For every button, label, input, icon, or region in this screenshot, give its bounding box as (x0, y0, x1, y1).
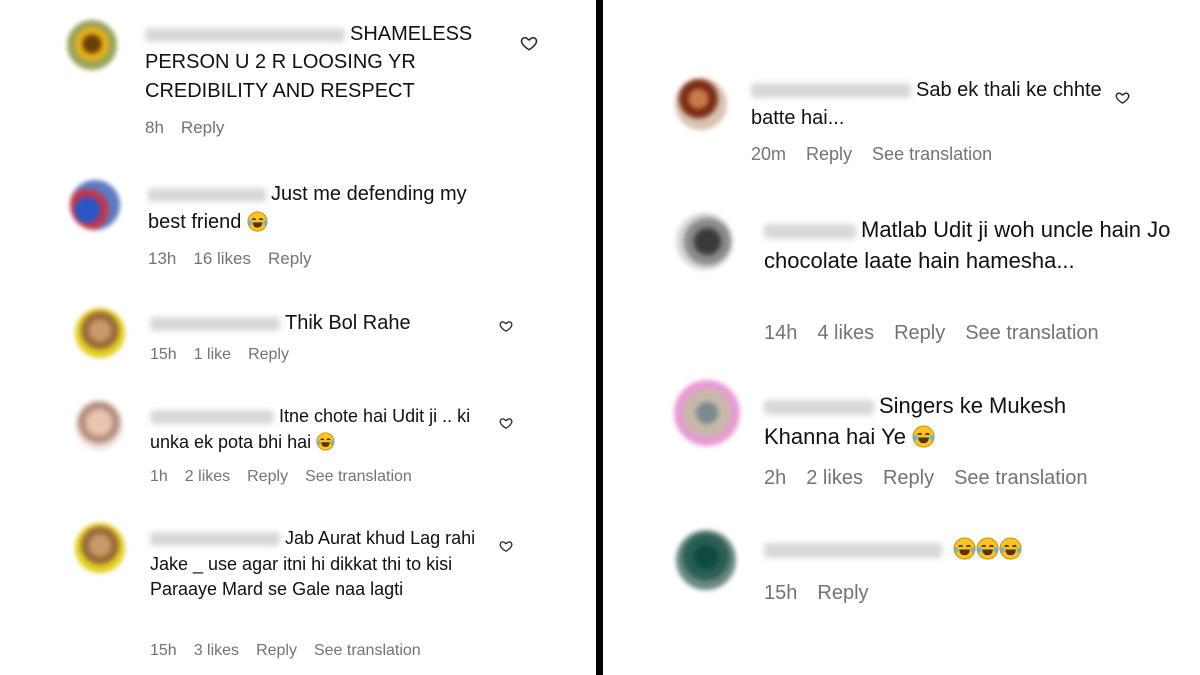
avatar[interactable] (676, 530, 736, 590)
comment-likes[interactable]: 3 likes (194, 642, 239, 659)
comment-meta: 15h 3 likes Reply See translation (150, 642, 438, 660)
avatar[interactable] (676, 213, 733, 270)
face-with-tears-of-joy-emoji (999, 537, 1022, 560)
heart-outline-icon[interactable] (499, 539, 513, 553)
comment-time: 20m (751, 144, 787, 164)
comment-time: 15h (150, 642, 177, 659)
comments-panel-right: Sab ek thali ke chhte batte hai... 20m Re… (603, 0, 1200, 675)
face-with-tears-of-joy-emoji (316, 432, 335, 451)
comment-meta: 8h Reply (145, 118, 241, 138)
avatar[interactable] (75, 308, 125, 358)
heart-outline-icon[interactable] (499, 416, 513, 430)
comment-text: Singers ke Mukesh Khanna hai Ye (764, 393, 1067, 450)
reply-button[interactable]: Reply (256, 642, 297, 659)
comment-time: 14h (764, 322, 798, 344)
blurred-username[interactable] (150, 532, 280, 547)
blurred-username[interactable] (764, 223, 856, 239)
panel-divider (596, 0, 603, 675)
see-translation-link[interactable]: See translation (305, 468, 412, 485)
reply-button[interactable]: Reply (817, 582, 868, 604)
comment-text: SHAMELESS PERSON U 2 R LOOSING YR CREDIB… (145, 23, 473, 102)
comment-likes[interactable]: 2 likes (185, 468, 230, 485)
see-translation-link[interactable]: See translation (965, 322, 1098, 344)
face-with-tears-of-joy-emoji (976, 537, 999, 560)
reply-button[interactable]: Reply (181, 118, 224, 137)
comment-time: 13h (148, 249, 177, 268)
comment-meta: 13h 16 likes Reply (148, 249, 328, 269)
reply-button[interactable]: Reply (247, 468, 288, 485)
comment-meta: 15h 1 like Reply (150, 346, 306, 364)
reply-button[interactable]: Reply (883, 467, 934, 489)
comment-text: Matlab Udit ji woh uncle hain Jo chocola… (764, 217, 1171, 274)
avatar[interactable] (674, 380, 740, 446)
blurred-username[interactable] (148, 187, 266, 202)
heart-outline-icon[interactable] (520, 34, 538, 52)
blurred-username[interactable] (751, 83, 911, 99)
blurred-username[interactable] (150, 316, 280, 331)
comment-meta: 2h 2 likes Reply See translation (764, 467, 1108, 490)
comment-text: Jab Aurat khud Lag rahi Jake _ use agar … (150, 528, 476, 600)
comment-text: Just me defending my best friend (148, 183, 467, 234)
comment-time: 15h (150, 346, 177, 363)
avatar[interactable] (75, 523, 125, 573)
comment-time: 1h (150, 468, 168, 485)
heart-outline-icon[interactable] (1115, 90, 1130, 105)
avatar[interactable] (75, 400, 123, 450)
reply-button[interactable]: Reply (894, 322, 945, 344)
avatar[interactable] (67, 20, 117, 70)
comment-likes[interactable]: 1 like (194, 346, 231, 363)
face-with-tears-of-joy-emoji (953, 537, 976, 560)
comment-time: 2h (764, 467, 787, 489)
blurred-username[interactable] (764, 399, 874, 415)
comment-time: 8h (145, 118, 164, 137)
face-with-tears-of-joy-emoji (912, 425, 935, 448)
see-translation-link[interactable]: See translation (954, 467, 1087, 489)
comment-meta: 1h 2 likes Reply See translation (150, 468, 429, 486)
comment-meta: 15h Reply (764, 582, 889, 605)
reply-button[interactable]: Reply (268, 249, 311, 268)
blurred-username[interactable] (150, 410, 274, 425)
see-translation-link[interactable]: See translation (314, 642, 421, 659)
comment-likes[interactable]: 16 likes (193, 249, 251, 268)
comment-likes[interactable]: 4 likes (817, 322, 874, 344)
reply-button[interactable]: Reply (806, 144, 852, 164)
blurred-username[interactable] (145, 27, 345, 42)
comment-likes[interactable]: 2 likes (806, 467, 863, 489)
comment-text: Thik Bol Rahe (150, 309, 490, 337)
avatar[interactable] (70, 180, 120, 230)
see-translation-link[interactable]: See translation (872, 144, 992, 164)
comment-meta: 20m Reply See translation (751, 144, 1012, 165)
comments-panel-left: SHAMELESS PERSON U 2 R LOOSING YR CREDIB… (0, 0, 596, 675)
face-with-tears-of-joy-emoji (247, 211, 268, 232)
comment-text: Sab ek thali ke chhte batte hai... (751, 79, 1102, 130)
reply-button[interactable]: Reply (248, 346, 289, 363)
comment-text: Itne chote hai Udit ji .. ki unka ek pot… (150, 406, 471, 452)
avatar[interactable] (675, 78, 727, 130)
comment-text (764, 533, 1094, 564)
comment-meta: 14h 4 likes Reply See translation (764, 322, 1119, 345)
comment-time: 15h (764, 582, 798, 604)
heart-outline-icon[interactable] (499, 319, 513, 333)
blurred-username[interactable] (764, 542, 942, 558)
